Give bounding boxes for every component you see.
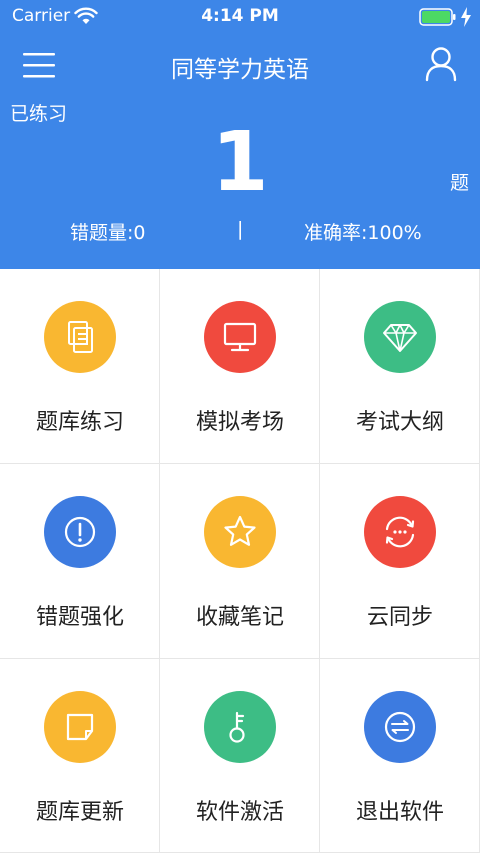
battery-icon [419,8,456,26]
menu-icon[interactable] [22,50,56,80]
menu-label: 错题强化 [35,605,124,630]
stats-divider: | [237,218,244,240]
feature-grid: 题库练习 模拟考场 考试大纲 错题强化 收藏笔记 云同步 题库更新 软件激活 退… [0,269,480,853]
menu-label: 题库练习 [35,410,124,435]
question-bank-practice-button[interactable]: 题库练习 [0,269,160,464]
menu-label: 题库更新 [35,800,124,825]
cloud-sync-button[interactable]: 云同步 [320,464,480,659]
charging-icon [461,7,471,27]
exchange-icon [364,691,436,763]
software-activation-button[interactable]: 软件激活 [160,659,320,853]
documents-icon [44,301,116,373]
favorites-notes-button[interactable]: 收藏笔记 [160,464,320,659]
status-bar: Carrier 4:14 PM [0,0,480,36]
menu-label: 考试大纲 [355,410,444,435]
clock: 4:14 PM [201,6,279,26]
exam-syllabus-button[interactable]: 考试大纲 [320,269,480,464]
header: Carrier 4:14 PM 同等学力英语 已练习 1 题 错题量:0 | 准… [0,0,480,269]
user-icon[interactable] [424,46,458,82]
wrong-questions-button[interactable]: 错题强化 [0,464,160,659]
key-icon [204,691,276,763]
page-title: 同等学力英语 [171,57,309,83]
wrong-count: 错题量:0 [70,222,146,244]
menu-label: 软件激活 [195,800,284,825]
monitor-icon [204,301,276,373]
diamond-icon [364,301,436,373]
stats-row: 错题量:0 | 准确率:100% [0,216,480,246]
exit-software-button[interactable]: 退出软件 [320,659,480,853]
sync-icon [364,496,436,568]
practiced-count: 1 [211,115,269,210]
menu-label: 模拟考场 [195,410,284,435]
menu-label: 收藏笔记 [195,605,284,630]
exclamation-icon [44,496,116,568]
mock-exam-button[interactable]: 模拟考场 [160,269,320,464]
question-bank-update-button[interactable]: 题库更新 [0,659,160,853]
refresh-box-icon [44,691,116,763]
star-icon [204,496,276,568]
menu-label: 退出软件 [355,800,444,825]
practiced-unit: 题 [450,172,470,194]
accuracy-rate: 准确率:100% [304,222,422,244]
menu-label: 云同步 [366,605,433,630]
